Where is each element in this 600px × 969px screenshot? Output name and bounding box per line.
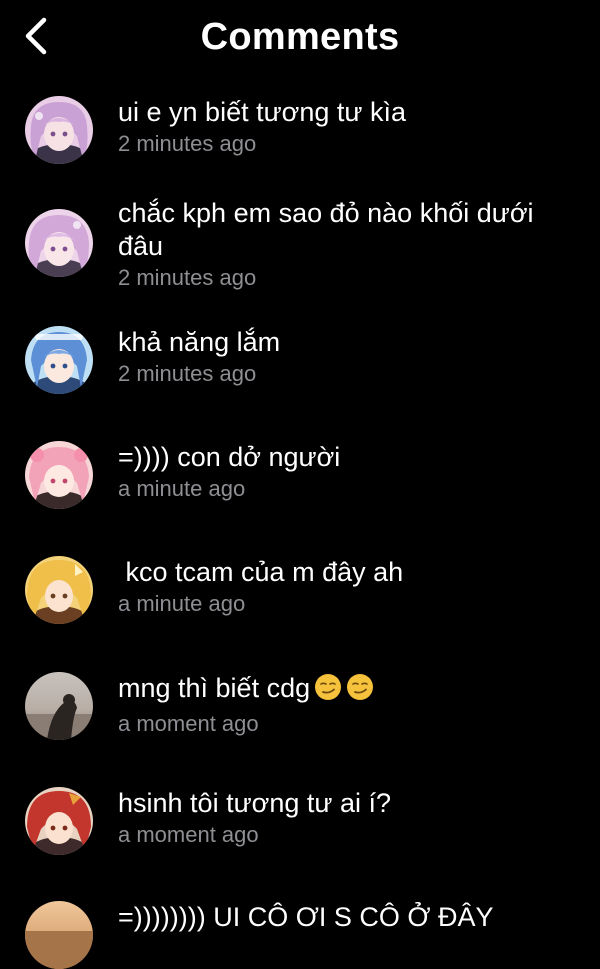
comment-text: =)))))))) UI CÔ ƠI S CÔ Ở ĐÂY	[118, 902, 494, 932]
comment-timestamp: a moment ago	[118, 711, 259, 736]
avatar[interactable]	[25, 672, 93, 740]
comment-text: hsinh tôi tương tư ai í?	[118, 788, 391, 818]
smirk-emoji-icon	[346, 673, 374, 709]
comment-timestamp: a minute ago	[118, 591, 246, 616]
avatar[interactable]	[25, 901, 93, 969]
avatar[interactable]	[25, 441, 93, 509]
comment-text: =)))) con dở người	[118, 442, 341, 472]
comment-timestamp: 2 minutes ago	[118, 265, 257, 290]
comment-list[interactable]: ui e yn biết tương tư kìa 2 minutes ago …	[0, 0, 600, 969]
avatar[interactable]	[25, 787, 93, 855]
smirk-emoji-icon	[314, 673, 342, 709]
comment-timestamp: a moment ago	[118, 822, 259, 847]
comment-timestamp: 2 minutes ago	[118, 361, 257, 386]
comment-timestamp: 2 minutes ago	[118, 131, 257, 156]
comment-text: ui e yn biết tương tư kìa	[118, 97, 406, 127]
comment-text: khả năng lắm	[118, 327, 281, 357]
comment-text: chắc kph em sao đỏ nào khối dưới đâu	[118, 198, 542, 261]
comment-text-content: mng thì biết cdg	[118, 673, 311, 703]
comment-text: kco tcam của m đây ah	[118, 557, 404, 587]
avatar[interactable]	[25, 326, 93, 394]
comment-timestamp: a minute ago	[118, 476, 246, 501]
avatar[interactable]	[25, 96, 93, 164]
avatar[interactable]	[25, 556, 93, 624]
avatar[interactable]	[25, 209, 93, 277]
comment-text: mng thì biết cdg	[118, 672, 578, 709]
